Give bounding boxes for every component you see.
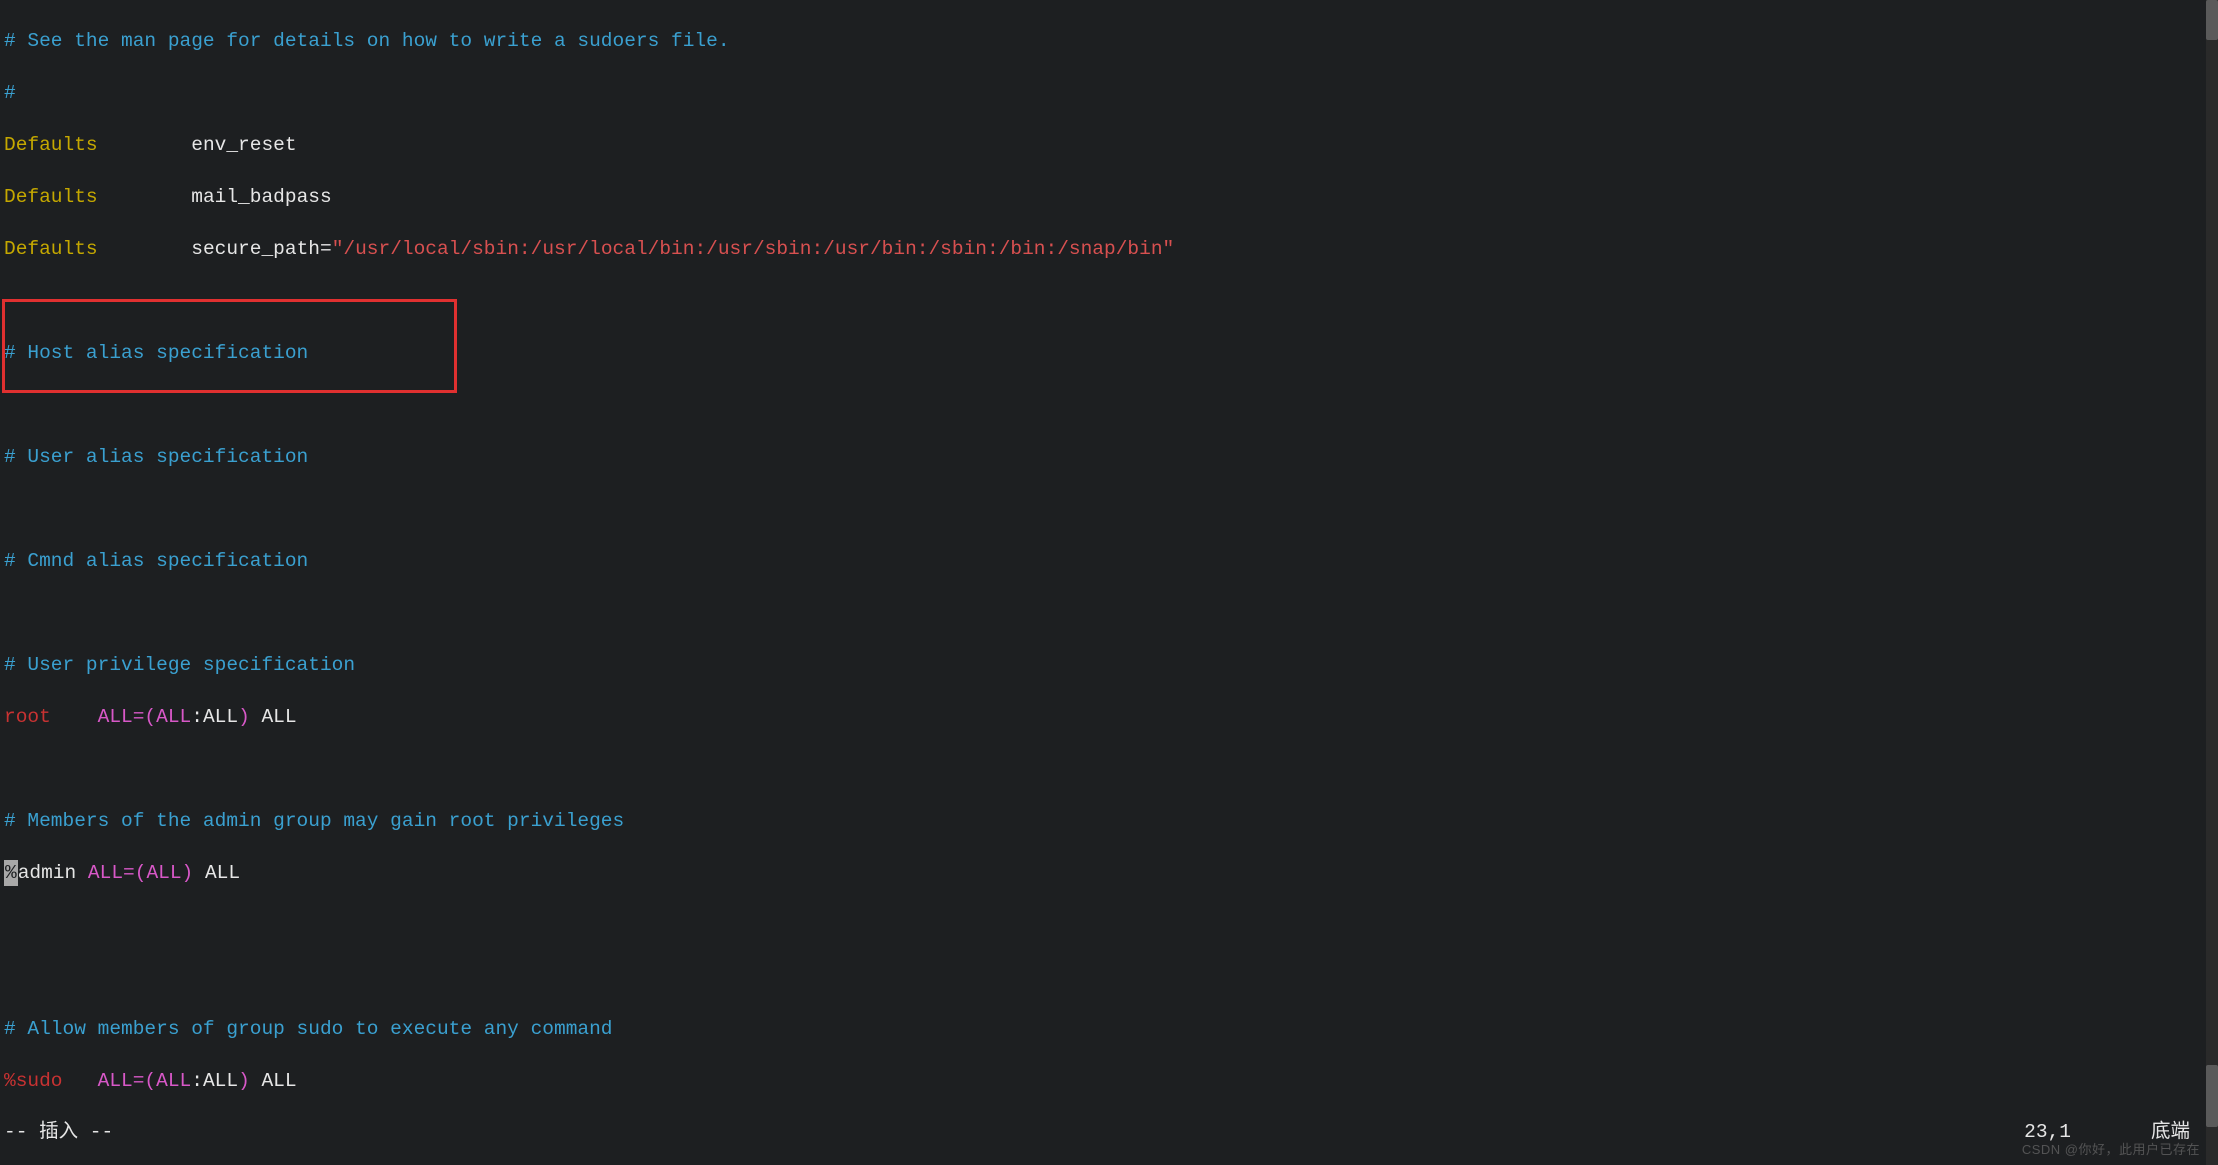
code-line: # Cmnd alias specification [4, 548, 2214, 574]
blank-line [4, 288, 2214, 314]
code-line: Defaults secure_path="/usr/local/sbin:/u… [4, 236, 2214, 262]
blank-line [4, 392, 2214, 418]
code-line: # See the man page for details on how to… [4, 28, 2214, 54]
code-line: # Members of the admin group may gain ro… [4, 808, 2214, 834]
code-line: # User alias specification [4, 444, 2214, 470]
blank-line [4, 600, 2214, 626]
blank-line [4, 912, 2214, 938]
code-line: # [4, 80, 2214, 106]
percent-icon: % [4, 860, 18, 886]
code-line-sudo: %sudo ALL=(ALL:ALL) ALL [4, 1068, 2214, 1094]
blank-line [4, 496, 2214, 522]
scroll-thumb-bottom[interactable] [2206, 1065, 2218, 1127]
vim-mode-indicator: -- 插入 -- [4, 1119, 113, 1145]
code-line: # Allow members of group sudo to execute… [4, 1016, 2214, 1042]
code-line-root: root ALL=(ALL:ALL) ALL [4, 704, 2214, 730]
scroll-indicator: 底端 [2151, 1119, 2190, 1145]
code-line-admin: %admin ALL=(ALL) ALL [4, 860, 2214, 886]
blank-line [4, 964, 2214, 990]
scrollbar-track[interactable] [2206, 0, 2218, 1165]
code-line: # Host alias specification [4, 340, 2214, 366]
status-bar: -- 插入 -- 23,1 底端 [0, 1119, 2218, 1145]
code-line: # User privilege specification [4, 652, 2214, 678]
code-line: Defaults env_reset [4, 132, 2214, 158]
cursor-position: 23,1 [2024, 1119, 2071, 1145]
code-line: Defaults mail_badpass [4, 184, 2214, 210]
editor-area[interactable]: # See the man page for details on how to… [0, 0, 2218, 1165]
blank-line [4, 756, 2214, 782]
scroll-thumb-top[interactable] [2206, 0, 2218, 40]
